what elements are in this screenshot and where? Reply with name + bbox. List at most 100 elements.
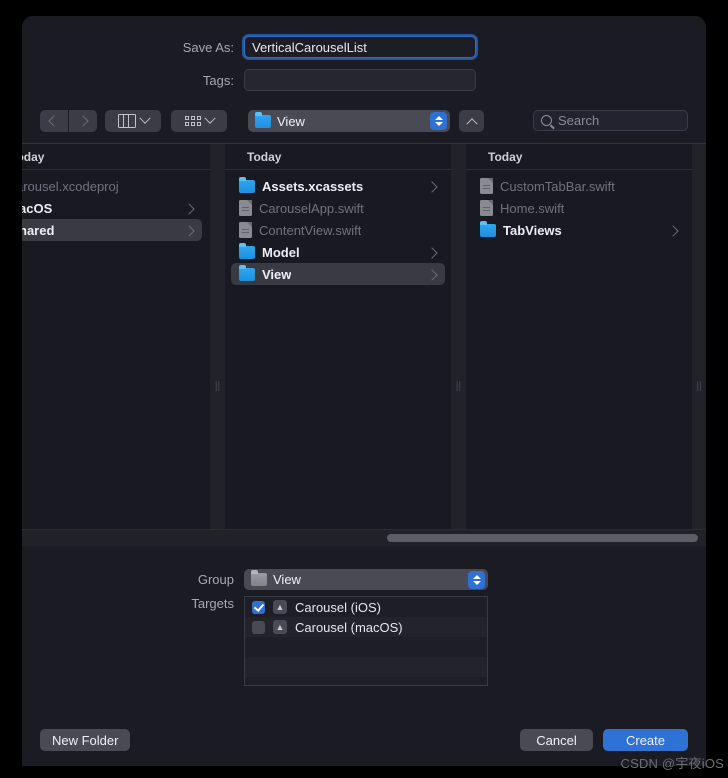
list-item-label: View — [262, 266, 292, 282]
popup-stepper-icon — [430, 112, 447, 130]
list-item-label: Assets.xcassets — [262, 178, 364, 194]
target-empty-row — [245, 637, 487, 657]
tags-row: Tags: — [22, 69, 706, 91]
search-input[interactable]: Search — [533, 110, 688, 131]
disclosure-arrow-icon — [426, 180, 438, 193]
go-up-button[interactable] — [459, 110, 484, 132]
group-label: Group — [197, 572, 234, 587]
list-item[interactable]: Home.swift — [472, 197, 686, 219]
tags-label: Tags: — [202, 72, 234, 88]
list-item[interactable]: Model — [231, 241, 445, 263]
list-item-label: ContentView.swift — [259, 222, 362, 238]
column-list: Assets.xcassets CarouselApp.swift Conten… — [225, 170, 451, 285]
file-browser: Today arousel.xcodeproj acOS hared — [22, 143, 706, 530]
disclosure-arrow-icon — [667, 224, 679, 237]
screen: Save As: Tags: — [0, 0, 728, 778]
target-item[interactable]: ▲ Carousel (iOS) — [245, 597, 487, 617]
targets-list[interactable]: ▲ Carousel (iOS) ▲ Carousel (macOS) — [244, 596, 488, 686]
column-view-icon — [117, 114, 136, 128]
target-checkbox[interactable] — [252, 620, 265, 634]
browser-column-2[interactable]: Today Assets.xcassets CarouselApp.swift … — [225, 144, 451, 530]
list-item[interactable]: Assets.xcassets — [231, 175, 445, 197]
list-item[interactable]: arousel.xcodeproj — [22, 175, 202, 197]
folder-icon — [480, 220, 496, 237]
create-button[interactable]: Create — [603, 729, 688, 751]
toolbar: View Search — [22, 99, 706, 143]
column-grip-icon: || — [214, 381, 221, 392]
list-item-label: Model — [262, 244, 300, 260]
group-popup-label: View — [273, 572, 301, 587]
file-icon — [480, 178, 493, 194]
file-icon — [239, 200, 252, 216]
column-resizer[interactable]: || — [692, 144, 706, 530]
save-as-row: Save As: — [22, 36, 706, 58]
watermark: CSDN @宇夜iOS — [620, 756, 724, 771]
column-view-button[interactable] — [105, 110, 161, 132]
scrollbar-thumb[interactable] — [387, 534, 698, 542]
column-list: arousel.xcodeproj acOS hared — [22, 170, 210, 241]
accessory-view: Group View Targets ▲ Carousel (iOS) ▲ Ca… — [22, 546, 706, 716]
horizontal-scrollbar[interactable] — [22, 529, 706, 547]
target-label: Carousel (iOS) — [295, 599, 381, 615]
save-as-input[interactable] — [244, 36, 476, 58]
list-item-label: Home.swift — [500, 200, 565, 216]
forward-button[interactable] — [69, 110, 97, 132]
tags-input[interactable] — [244, 69, 476, 91]
disclosure-arrow-icon — [426, 246, 438, 259]
cancel-button[interactable]: Cancel — [520, 729, 593, 751]
location-popup-label: View — [277, 113, 305, 129]
list-item[interactable]: acOS — [22, 197, 202, 219]
chevron-up-icon — [465, 118, 478, 130]
list-item-label: hared — [22, 222, 55, 238]
app-target-icon: ▲ — [273, 600, 287, 614]
list-item[interactable]: TabViews — [472, 219, 686, 241]
list-item[interactable]: ContentView.swift — [231, 219, 445, 241]
arrange-view-button[interactable] — [171, 110, 227, 132]
list-item-label: CarouselApp.swift — [259, 200, 364, 216]
group-popup-button[interactable]: View — [244, 569, 488, 590]
browser-column-1[interactable]: Today arousel.xcodeproj acOS hared — [22, 144, 210, 530]
footer: New Folder Cancel Create — [22, 716, 706, 766]
list-item-label: TabViews — [503, 222, 562, 238]
save-dialog: Save As: Tags: — [22, 16, 706, 766]
list-item[interactable]: View — [231, 263, 445, 285]
save-as-label: Save As: — [182, 39, 234, 55]
list-item-label: acOS — [22, 200, 53, 216]
file-icon — [480, 200, 493, 216]
folder-icon — [251, 570, 267, 586]
targets-label: Targets — [191, 596, 234, 611]
disclosure-arrow-icon — [183, 202, 195, 215]
new-folder-button[interactable]: New Folder — [40, 729, 131, 751]
list-item[interactable]: hared — [22, 219, 202, 241]
folder-icon — [239, 264, 255, 281]
target-checkbox[interactable] — [252, 600, 265, 614]
column-resizer[interactable]: || — [451, 144, 466, 530]
back-button[interactable] — [40, 110, 68, 132]
target-item[interactable]: ▲ Carousel (macOS) — [245, 617, 487, 637]
list-item[interactable]: CustomTabBar.swift — [472, 175, 686, 197]
list-item[interactable]: CarouselApp.swift — [231, 197, 445, 219]
folder-icon — [239, 176, 255, 193]
column-header: Today — [225, 144, 451, 170]
browser-column-3[interactable]: Today CustomTabBar.swift Home.swift TabV… — [466, 144, 692, 530]
list-item-label: arousel.xcodeproj — [22, 178, 119, 194]
chevron-left-icon — [48, 115, 60, 127]
disclosure-arrow-icon — [183, 224, 195, 237]
target-empty-row — [245, 657, 487, 677]
disclosure-arrow-icon — [426, 268, 438, 281]
location-popup-button[interactable]: View — [248, 110, 450, 132]
chevron-down-icon — [138, 112, 151, 124]
folder-icon — [255, 111, 271, 128]
search-icon — [541, 115, 552, 126]
search-placeholder: Search — [558, 113, 600, 128]
column-list: CustomTabBar.swift Home.swift TabViews — [466, 170, 692, 241]
targets-row: Targets ▲ Carousel (iOS) ▲ Carousel (mac… — [22, 596, 706, 686]
app-target-icon: ▲ — [273, 620, 287, 634]
target-empty-row — [245, 677, 487, 685]
column-header: Today — [22, 144, 210, 170]
chevron-down-icon — [203, 112, 216, 124]
group-row: Group View — [22, 569, 706, 590]
column-resizer[interactable]: || — [210, 144, 225, 530]
list-item-label: CustomTabBar.swift — [500, 178, 615, 194]
icon-view-icon — [184, 115, 201, 127]
